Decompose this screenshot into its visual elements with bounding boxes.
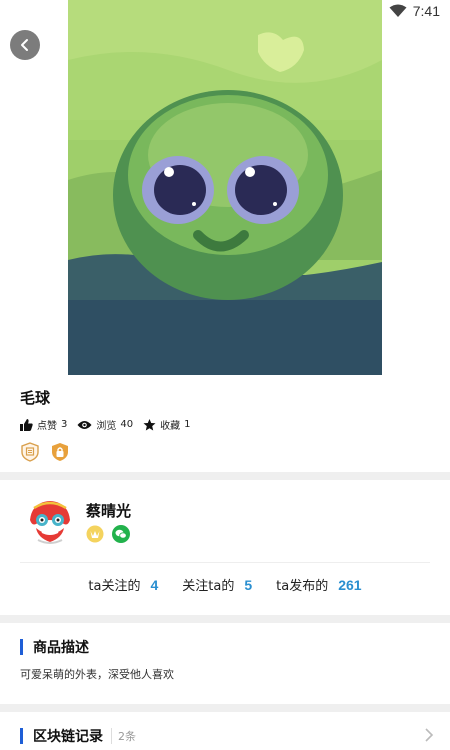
accent-bar xyxy=(20,728,23,744)
section-divider xyxy=(0,615,450,623)
vip-crown-icon xyxy=(86,525,104,543)
blockchain-title: 区块链记录 xyxy=(33,729,103,745)
followers-count: 5 xyxy=(244,576,253,593)
product-stats: 点赞 3 浏览 40 收藏 1 xyxy=(20,417,200,432)
followers-stat[interactable]: 关注ta的 5 xyxy=(182,575,253,595)
wechat-icon[interactable] xyxy=(112,525,130,543)
avatar[interactable] xyxy=(24,496,76,548)
chevron-left-icon xyxy=(21,39,28,51)
like-count: 3 xyxy=(61,419,68,430)
favorite-label: 收藏 xyxy=(160,421,181,432)
back-button[interactable] xyxy=(10,30,40,60)
wifi-icon xyxy=(389,4,407,17)
status-time: 7:41 xyxy=(412,3,440,19)
accent-bar xyxy=(20,639,23,655)
view-label: 浏览 xyxy=(96,421,117,432)
eye-icon xyxy=(77,420,92,429)
lock-badge-icon[interactable] xyxy=(50,442,70,462)
blockchain-count: 2条 xyxy=(111,728,136,744)
fluffy-ball-illustration xyxy=(68,0,382,375)
product-badges xyxy=(20,442,70,462)
published-count: 261 xyxy=(338,576,362,593)
seller-card: 蔡晴光 ta关注的 4 关注ta的 5 ta发布的 261 xyxy=(0,480,450,615)
certificate-badge-icon[interactable] xyxy=(20,442,40,462)
star-icon xyxy=(143,418,156,430)
favorite-stat[interactable]: 收藏 1 xyxy=(143,417,190,432)
view-stat: 浏览 40 xyxy=(77,417,133,432)
follow-stats: ta关注的 4 关注ta的 5 ta发布的 261 xyxy=(0,575,450,595)
followers-label: 关注ta的 xyxy=(182,579,235,594)
favorite-count: 1 xyxy=(184,419,191,430)
published-stat[interactable]: ta发布的 261 xyxy=(276,575,362,595)
following-label: ta关注的 xyxy=(88,579,141,594)
blockchain-header[interactable]: 区块链记录 2条 xyxy=(20,726,136,746)
like-label: 点赞 xyxy=(37,421,57,432)
published-label: ta发布的 xyxy=(276,579,329,594)
description-title: 商品描述 xyxy=(33,640,89,656)
section-divider xyxy=(0,472,450,480)
product-image[interactable] xyxy=(68,0,382,375)
following-stat[interactable]: ta关注的 4 xyxy=(88,575,159,595)
profile-separator xyxy=(20,562,430,563)
following-count: 4 xyxy=(150,576,159,593)
description-text: 可爱呆萌的外表，深受他人喜欢 xyxy=(20,668,174,681)
thumb-up-icon xyxy=(20,418,33,431)
lion-dance-avatar-icon xyxy=(24,496,76,548)
like-stat[interactable]: 点赞 3 xyxy=(20,417,67,432)
user-icons xyxy=(86,525,130,543)
section-divider xyxy=(0,704,450,712)
view-count: 40 xyxy=(120,419,134,430)
status-right: 7:41 xyxy=(389,3,440,19)
chevron-right-icon[interactable] xyxy=(424,727,434,743)
description-header: 商品描述 xyxy=(20,637,89,657)
product-title: 毛球 xyxy=(20,389,51,407)
user-name[interactable]: 蔡晴光 xyxy=(86,500,131,521)
